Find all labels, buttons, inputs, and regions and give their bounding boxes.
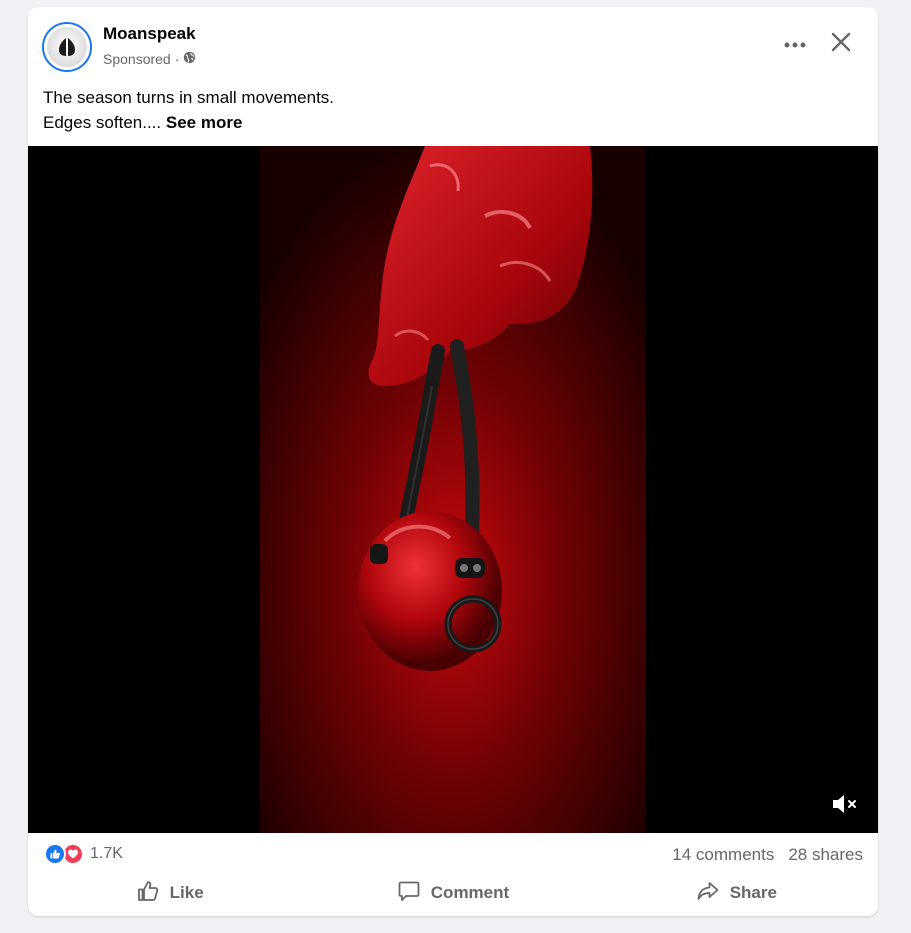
unmute-button[interactable] xyxy=(828,791,862,821)
share-label: Share xyxy=(729,883,777,902)
more-options-icon xyxy=(784,35,806,53)
video-frame xyxy=(260,146,646,833)
caption-line-2-wrapper: Edges soften.... See more xyxy=(43,110,843,135)
meta-separator: · xyxy=(174,51,180,67)
close-icon xyxy=(831,32,851,57)
shares-count-link[interactable]: 28 shares xyxy=(788,845,863,865)
moanspeak-logo-icon xyxy=(47,27,87,67)
comment-button[interactable]: Comment xyxy=(311,875,594,911)
page-name-link[interactable]: Moanspeak xyxy=(103,24,196,44)
caption-line-2: Edges soften.... xyxy=(43,113,162,132)
video-controls-bar xyxy=(28,786,878,826)
see-more-link[interactable]: See more xyxy=(166,113,243,132)
post-actions: Like Comment Share xyxy=(28,875,878,911)
post-header: Moanspeak Sponsored · xyxy=(28,7,878,87)
comment-label: Comment xyxy=(430,883,510,902)
share-button[interactable]: Share xyxy=(595,875,878,911)
like-label: Like xyxy=(169,883,204,902)
like-button[interactable]: Like xyxy=(28,875,311,911)
reaction-count: 1.7K xyxy=(90,845,123,862)
engagement-counts: 14 comments 28 shares xyxy=(672,845,863,865)
sponsored-post-card: Moanspeak Sponsored · The season turns i… xyxy=(28,7,878,916)
comments-count-link[interactable]: 14 comments xyxy=(672,845,774,865)
more-options-button[interactable] xyxy=(778,29,812,59)
post-stats: 1.7K 14 comments 28 shares xyxy=(28,833,878,875)
thumbs-up-icon xyxy=(136,879,160,908)
reaction-summary[interactable]: 1.7K xyxy=(44,843,123,865)
globe-icon[interactable] xyxy=(183,51,196,67)
like-reaction-icon xyxy=(44,843,66,865)
comment-icon xyxy=(397,879,421,908)
page-avatar[interactable] xyxy=(42,22,92,72)
sponsored-video[interactable] xyxy=(28,146,878,833)
post-meta: Sponsored · xyxy=(103,51,196,67)
post-caption: The season turns in small movements. Edg… xyxy=(43,85,843,135)
muted-speaker-icon xyxy=(831,793,859,820)
share-icon xyxy=(696,879,720,908)
sponsored-label[interactable]: Sponsored xyxy=(103,51,171,67)
caption-line-1: The season turns in small movements. xyxy=(43,88,335,107)
hide-post-button[interactable] xyxy=(824,29,858,59)
